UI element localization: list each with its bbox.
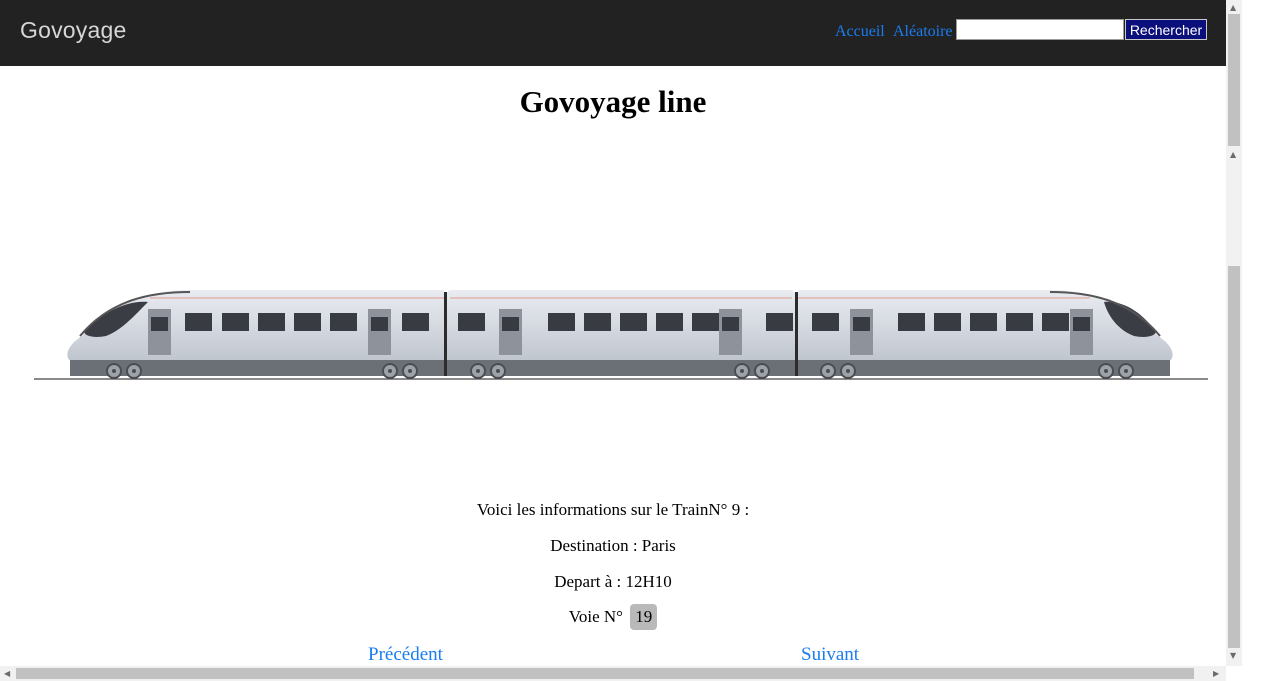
train-window — [222, 313, 249, 331]
track-label: Voie N° — [568, 607, 623, 626]
destination-text: Destination : Paris — [550, 536, 676, 555]
train-window — [185, 313, 212, 331]
train-window — [548, 313, 575, 331]
vertical-scroll-thumb[interactable] — [1228, 266, 1240, 648]
page-title: Govoyage line — [519, 84, 707, 119]
train-door-window — [371, 317, 388, 331]
train-window — [330, 313, 357, 331]
train-illustration — [34, 290, 1208, 380]
brand-logo[interactable]: Govoyage — [20, 17, 126, 44]
next-link[interactable]: Suivant — [801, 644, 859, 666]
nav-link-accueil[interactable]: Accueil — [835, 23, 885, 41]
train-door-window — [1073, 317, 1090, 331]
train-wheel-hub — [760, 369, 764, 373]
train-door-window — [502, 317, 519, 331]
train-door — [368, 309, 391, 355]
train-window — [402, 313, 429, 331]
train-window — [1006, 313, 1033, 331]
train-door — [719, 309, 742, 355]
train-wheel-hub — [1124, 369, 1128, 373]
scroll-up-icon-inner[interactable]: ▲ — [1230, 151, 1236, 159]
train-window — [458, 313, 485, 331]
scroll-left-icon[interactable]: ◀ — [4, 670, 10, 678]
train-info-intro: Voici les informations sur le TrainN° 9 … — [476, 500, 750, 519]
navbar: Govoyage Accueil Aléatoire Rechercher — [0, 0, 1226, 66]
train-door-window — [722, 317, 739, 331]
track-number-badge: 19 — [630, 604, 658, 630]
train-door-window — [151, 317, 168, 331]
train-door-window — [853, 317, 870, 331]
train-wheel-hub — [1104, 369, 1108, 373]
train-window — [620, 313, 647, 331]
train-wheel-hub — [408, 369, 412, 373]
train-window — [656, 313, 683, 331]
train-window — [970, 313, 997, 331]
train-window — [898, 313, 925, 331]
search-input[interactable] — [956, 19, 1124, 40]
train-door — [148, 309, 171, 355]
search-button[interactable]: Rechercher — [1125, 19, 1207, 40]
train-door — [850, 309, 873, 355]
train-window — [766, 313, 793, 331]
train-window — [294, 313, 321, 331]
departure-text: Depart à : 12H10 — [554, 572, 672, 591]
train-wheel-hub — [496, 369, 500, 373]
scroll-right-icon[interactable]: ▶ — [1213, 670, 1219, 678]
train-wheel-hub — [846, 369, 850, 373]
train-wheel-hub — [388, 369, 392, 373]
train-window — [584, 313, 611, 331]
train-wheel-hub — [132, 369, 136, 373]
track-info: Voie N° 19 — [0, 604, 1226, 630]
scroll-up-icon[interactable]: ▲ — [1230, 4, 1236, 12]
horizontal-scroll-thumb[interactable] — [16, 668, 1194, 679]
train-window — [1042, 313, 1069, 331]
scroll-down-icon[interactable]: ▼ — [1230, 652, 1236, 660]
train-door — [499, 309, 522, 355]
train-wheel-hub — [112, 369, 116, 373]
train-window — [258, 313, 285, 331]
train-window — [692, 313, 719, 331]
train-wheel-hub — [826, 369, 830, 373]
train-wheel-hub — [740, 369, 744, 373]
nav-link-aleatoire[interactable]: Aléatoire — [893, 23, 953, 41]
train-window — [812, 313, 839, 331]
vertical-scroll-thumb-upper[interactable] — [1228, 14, 1240, 146]
train-wheel-hub — [476, 369, 480, 373]
train-window — [934, 313, 961, 331]
train-door — [1070, 309, 1093, 355]
previous-link[interactable]: Précédent — [368, 644, 443, 666]
